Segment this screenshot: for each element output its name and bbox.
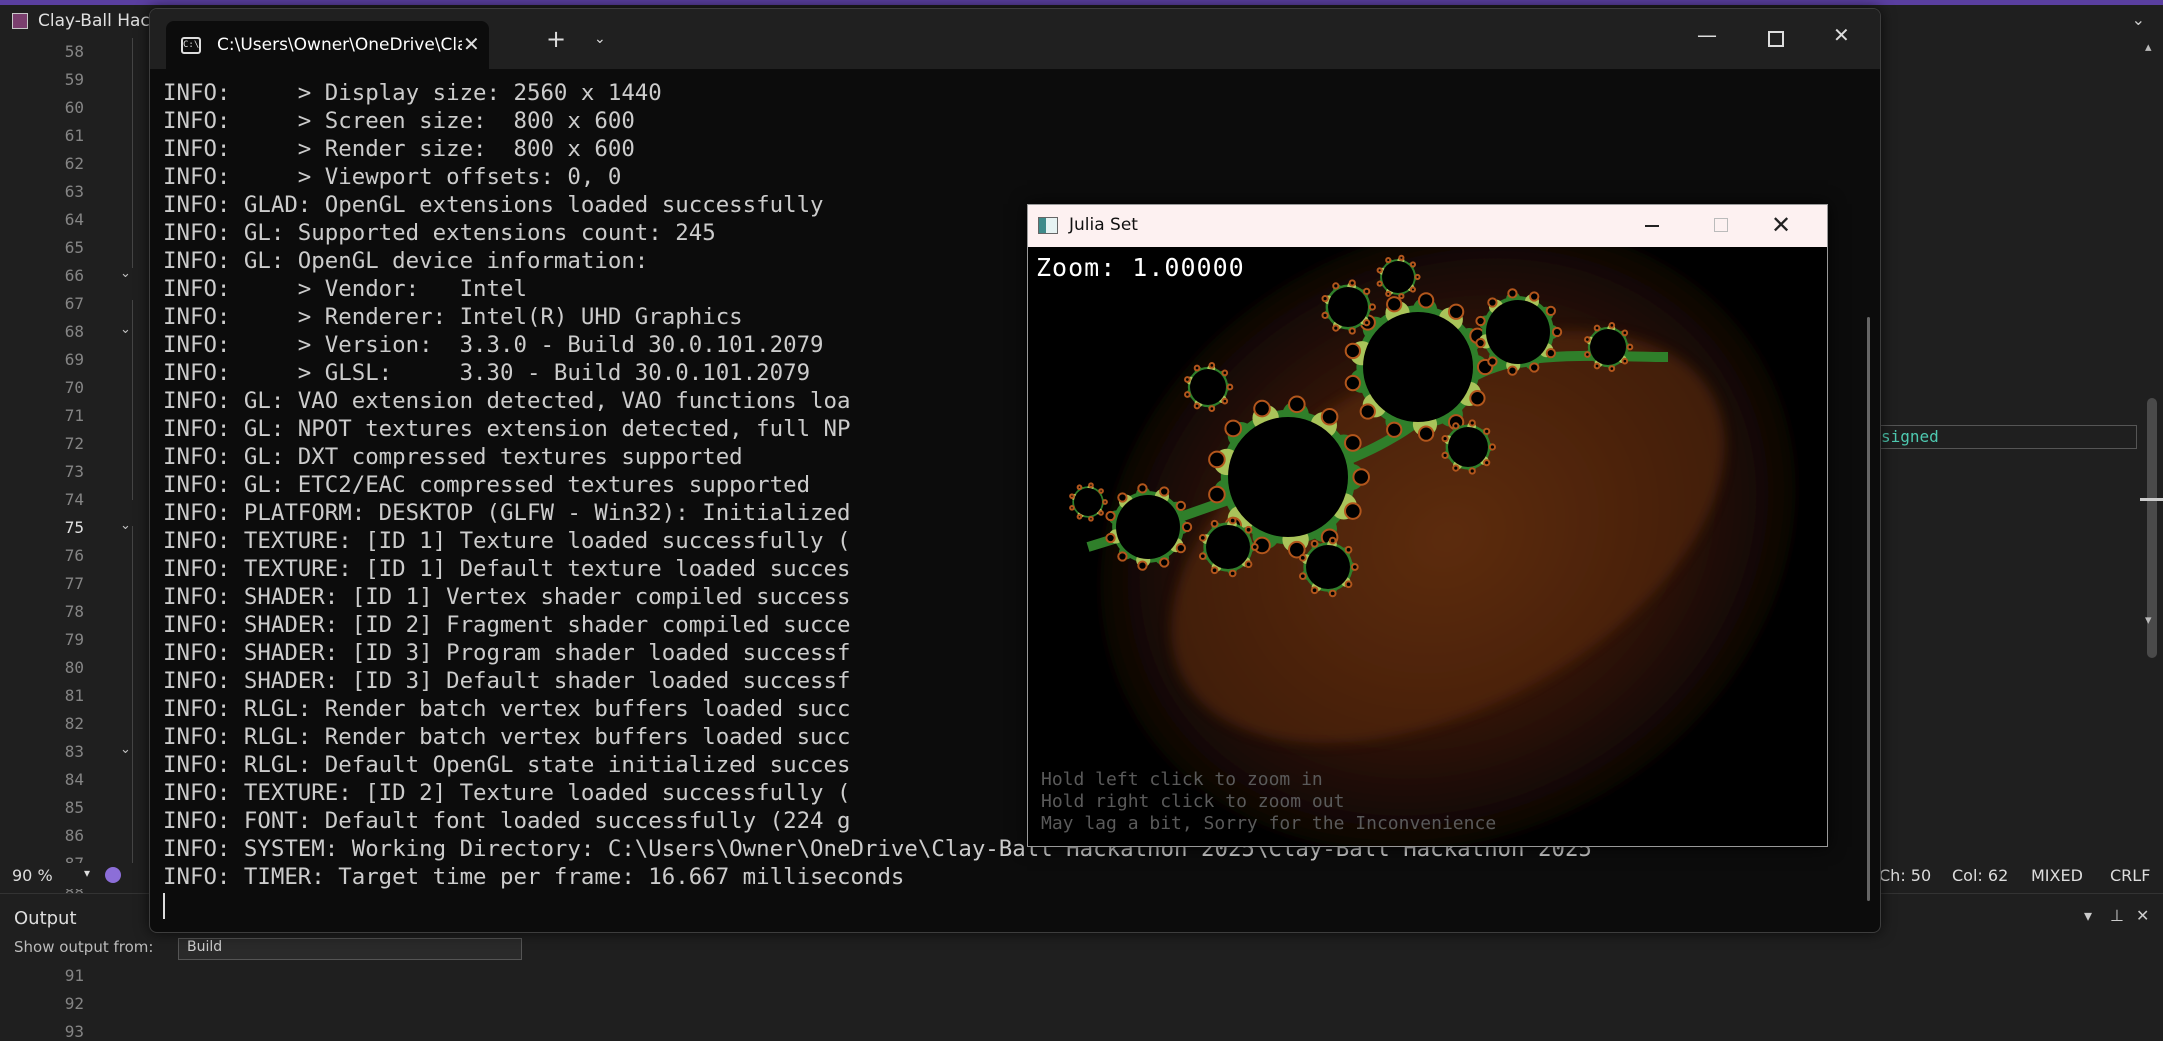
line-number-gutter: 58 59 60 61 62 63 64 65 66 67 68 69 70 71 72 73 74 75 76 77…	[0, 38, 148, 1041]
terminal-scrollbar[interactable]	[1867, 317, 1870, 901]
julia-canvas[interactable]: Zoom: 1.00000 Hold left click to zoom in…	[1028, 222, 1828, 847]
terminal-line: INFO: > Display size: 2560 x 1440	[163, 80, 662, 106]
julia-fractal[interactable]	[1028, 222, 1828, 847]
fold-guide	[132, 300, 133, 500]
scroll-up-arrow-icon[interactable]: ▴	[2145, 40, 2152, 55]
line-number: 68	[64, 322, 84, 341]
fold-toggle-icon[interactable]: ⌄	[120, 518, 131, 533]
line-number: 93	[64, 1022, 84, 1041]
julia-set-window: Julia Set ✕ Zoom: 1.00000 Hold left clic…	[1027, 204, 1828, 847]
julia-minimize-icon[interactable]	[1645, 225, 1659, 227]
line-number: 69	[64, 350, 84, 369]
line-number: 73	[64, 462, 84, 481]
line-number: 75	[64, 518, 84, 537]
vs-title: Clay-Ball Hack	[38, 11, 160, 31]
terminal-icon: C:\	[181, 37, 201, 54]
status-col[interactable]: Col: 62	[1952, 866, 2008, 885]
terminal-line: INFO: > Viewport offsets: 0, 0	[163, 164, 622, 190]
julia-close-icon[interactable]: ✕	[1771, 211, 1791, 239]
output-panel-title: Output	[14, 908, 77, 929]
fold-guide	[132, 750, 133, 863]
line-number: 82	[64, 714, 84, 733]
scroll-down-arrow-icon[interactable]: ▾	[2145, 613, 2152, 628]
minimize-icon[interactable]: —	[1697, 23, 1717, 47]
line-number: 59	[64, 70, 84, 89]
line-number: 81	[64, 686, 84, 705]
maximize-icon[interactable]	[1768, 31, 1784, 47]
line-number: 64	[64, 210, 84, 229]
status-eol[interactable]: CRLF	[2110, 866, 2150, 885]
status-whitespace[interactable]: MIXED	[2031, 866, 2083, 885]
panel-menu-icon[interactable]: ▾	[2084, 906, 2092, 925]
julia-title-bar: Julia Set ✕	[1028, 205, 1827, 247]
line-number: 84	[64, 770, 84, 789]
line-number: 63	[64, 182, 84, 201]
julia-title: Julia Set	[1069, 215, 1138, 235]
hint-zoom-in: Hold left click to zoom in	[1041, 769, 1323, 790]
line-number: 79	[64, 630, 84, 649]
line-number: 71	[64, 406, 84, 425]
line-number: 91	[64, 966, 84, 985]
show-output-label: Show output from:	[14, 938, 154, 956]
line-number: 80	[64, 658, 84, 677]
terminal-title-bar: C:\ C:\Users\Owner\OneDrive\Cla ✕ + ⌄ — …	[150, 9, 1880, 69]
hint-zoom-out: Hold right click to zoom out	[1041, 791, 1345, 812]
close-icon[interactable]: ✕	[2136, 906, 2149, 925]
terminal-window: C:\ C:\Users\Owner\OneDrive\Cla ✕ + ⌄ — …	[149, 8, 1881, 933]
output-source-select[interactable]: Build	[178, 938, 522, 960]
line-number: 86	[64, 826, 84, 845]
julia-app-icon	[1038, 217, 1058, 234]
line-number: 77	[64, 574, 84, 593]
line-number: 78	[64, 602, 84, 621]
fold-toggle-icon[interactable]: ⌄	[120, 322, 131, 337]
app-icon	[12, 13, 28, 29]
tab-close-icon[interactable]: ✕	[463, 32, 480, 56]
line-number: 67	[64, 294, 84, 313]
line-number: 76	[64, 546, 84, 565]
line-number: 92	[64, 994, 84, 1013]
zoom-level[interactable]: 90 %	[12, 866, 53, 885]
new-tab-icon[interactable]: +	[546, 25, 566, 53]
line-number: 72	[64, 434, 84, 453]
terminal-tab-title: C:\Users\Owner\OneDrive\Cla	[217, 35, 462, 55]
terminal-cursor	[163, 893, 165, 919]
fold-toggle-icon[interactable]: ⌄	[120, 742, 131, 757]
code-fragment[interactable]: signed	[1876, 425, 2137, 449]
line-number: 70	[64, 378, 84, 397]
terminal-line: INFO: > Screen size: 800 x 600	[163, 108, 635, 134]
line-number: 66	[64, 266, 84, 285]
fold-toggle-icon[interactable]: ⌄	[120, 266, 131, 281]
line-number: 58	[64, 42, 84, 61]
copilot-icon[interactable]	[105, 867, 121, 883]
line-number: 61	[64, 126, 84, 145]
status-ch[interactable]: Ch: 50	[1879, 866, 1931, 885]
tab-dropdown-icon[interactable]: ⌄	[594, 31, 606, 47]
chevron-down-icon[interactable]: ⌄	[2132, 10, 2145, 29]
close-window-icon[interactable]: ✕	[1833, 23, 1850, 47]
fold-guide	[132, 38, 133, 268]
line-number: 83	[64, 742, 84, 761]
terminal-line: INFO: TIMER: Target time per frame: 16.6…	[163, 864, 905, 890]
zoom-readout: Zoom: 1.00000	[1036, 253, 1245, 282]
scroll-position-marker	[2140, 498, 2163, 501]
pin-icon[interactable]: ⊥	[2110, 906, 2124, 925]
line-number: 85	[64, 798, 84, 817]
editor-scrollbar[interactable]: ▴ ▾	[2140, 38, 2163, 863]
line-number: 65	[64, 238, 84, 257]
zoom-dropdown-icon[interactable]: ▾	[84, 866, 90, 880]
julia-maximize-icon[interactable]	[1714, 218, 1728, 232]
line-number: 74	[64, 490, 84, 509]
line-number: 62	[64, 154, 84, 173]
line-number: 60	[64, 98, 84, 117]
hint-lag-notice: May lag a bit, Sorry for the Inconvenien…	[1041, 813, 1497, 834]
terminal-tab[interactable]: C:\ C:\Users\Owner\OneDrive\Cla ✕	[166, 21, 489, 69]
fold-guide	[132, 526, 133, 756]
terminal-line: INFO: > Render size: 800 x 600	[163, 136, 635, 162]
